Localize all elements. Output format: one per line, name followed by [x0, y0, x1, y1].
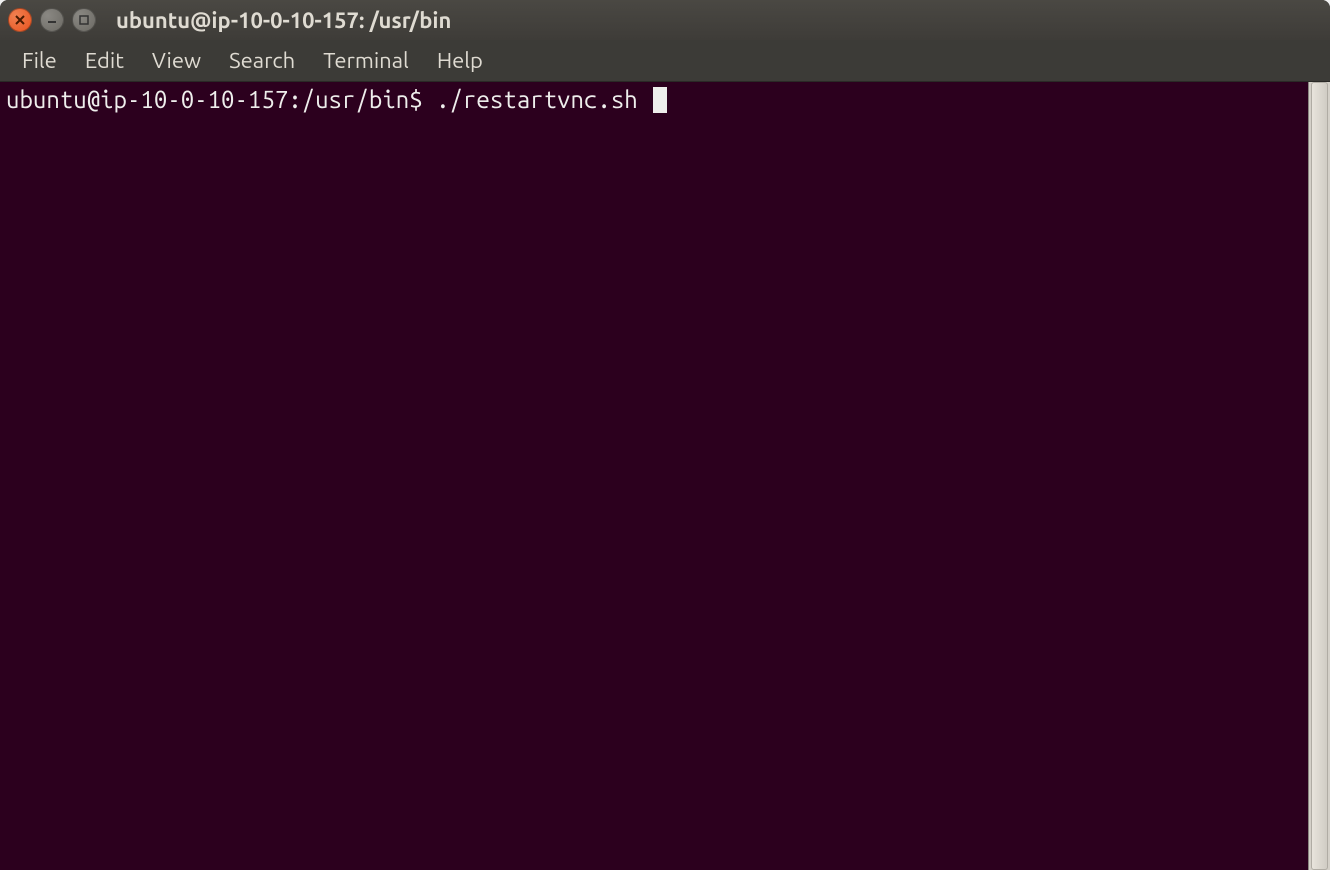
- terminal-command: ./restartvnc.sh: [436, 86, 651, 113]
- close-button[interactable]: [8, 8, 32, 32]
- titlebar[interactable]: ubuntu@ip-10-0-10-157: /usr/bin: [0, 0, 1330, 40]
- menu-help[interactable]: Help: [425, 44, 495, 77]
- menubar: File Edit View Search Terminal Help: [0, 40, 1330, 82]
- scrollbar[interactable]: [1308, 82, 1330, 870]
- window-controls: [8, 8, 96, 32]
- terminal-prompt: ubuntu@ip-10-0-10-157:/usr/bin$: [6, 86, 436, 113]
- window-title: ubuntu@ip-10-0-10-157: /usr/bin: [116, 8, 451, 33]
- menu-edit[interactable]: Edit: [73, 44, 136, 77]
- scrollbar-thumb[interactable]: [1311, 82, 1328, 870]
- terminal-cursor: [653, 87, 667, 113]
- minimize-button[interactable]: [40, 8, 64, 32]
- menu-file[interactable]: File: [10, 44, 69, 77]
- menu-search[interactable]: Search: [217, 44, 307, 77]
- terminal-window: ubuntu@ip-10-0-10-157: /usr/bin File Edi…: [0, 0, 1330, 870]
- terminal-area: ubuntu@ip-10-0-10-157:/usr/bin$ ./restar…: [0, 82, 1330, 870]
- menu-terminal[interactable]: Terminal: [311, 44, 421, 77]
- menu-view[interactable]: View: [140, 44, 213, 77]
- terminal-content[interactable]: ubuntu@ip-10-0-10-157:/usr/bin$ ./restar…: [0, 82, 1308, 870]
- maximize-button[interactable]: [72, 8, 96, 32]
